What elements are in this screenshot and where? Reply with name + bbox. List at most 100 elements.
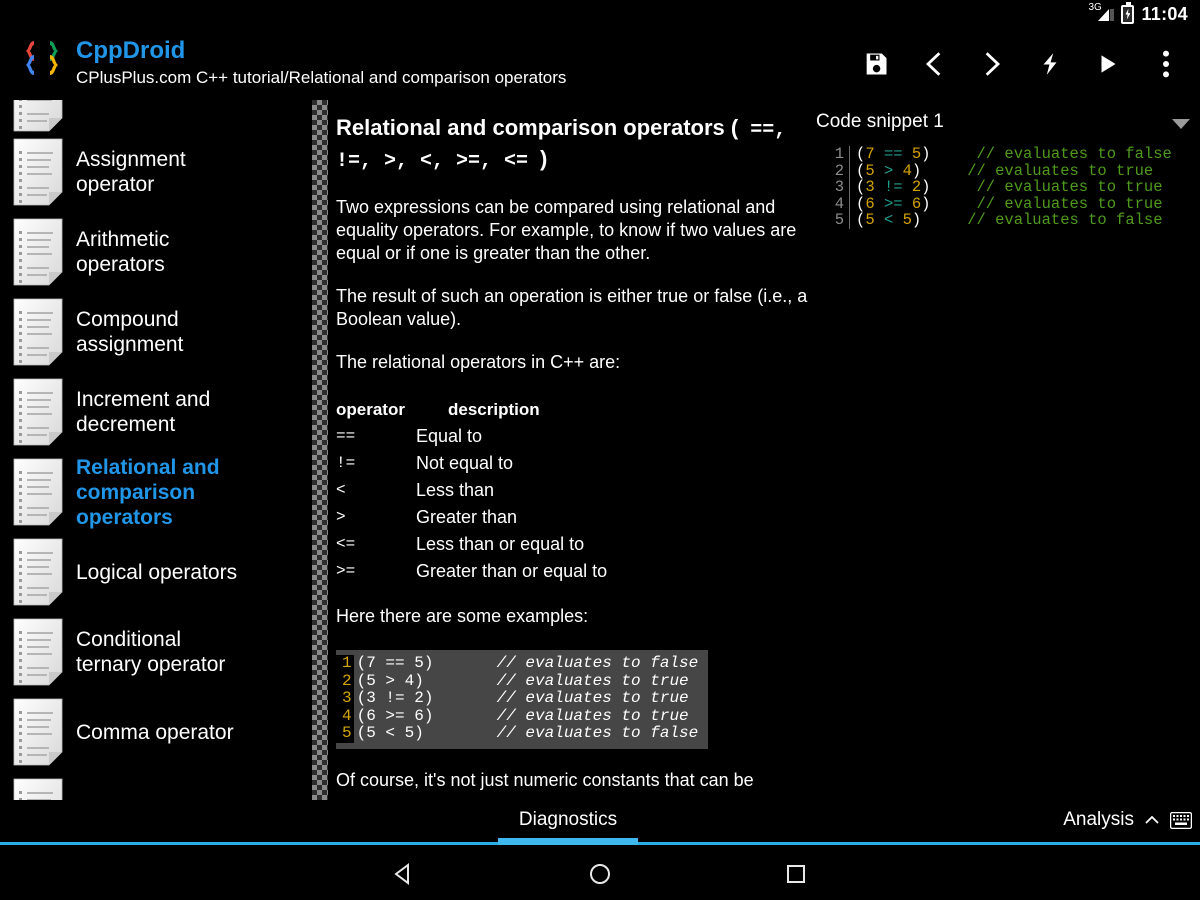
more-vertical-icon (1163, 50, 1169, 78)
snippet-token: ) (921, 145, 931, 163)
snippet-token: >= (883, 194, 903, 213)
snippet-token: 5 (865, 211, 875, 229)
snippet-token: 4 (902, 161, 912, 180)
chevron-up-icon[interactable] (1144, 812, 1160, 828)
snippet-source: (3 != 2) (850, 179, 930, 196)
cppdroid-app-window: 3G 11:04 CppDroid CPlusPlus.com C++ tuto… (0, 0, 1200, 900)
sidebar-item-assignment-operator[interactable]: Assignment operator (0, 132, 310, 212)
previous-button[interactable] (906, 36, 962, 92)
snippet-token: ( (856, 178, 866, 196)
snippet-token (875, 178, 884, 196)
snippet-token: 5 (911, 145, 922, 163)
sidebar-item-relational-and-comparison-operators[interactable]: Relational and comparison operators (0, 452, 310, 532)
sidebar-item-arithmetic-operators[interactable]: Arithmetic operators (0, 212, 310, 292)
save-floppy-icon (866, 53, 887, 75)
sidebar-item-conditional-ternary-operator[interactable]: Conditional ternary operator (0, 612, 310, 692)
code-line-number: 2 (342, 671, 352, 690)
sidebar-list[interactable]: Assignment operator Arithmetic operators C… (0, 100, 310, 800)
clock-time: 11:04 (1141, 3, 1188, 24)
operator-symbol: == (336, 427, 356, 445)
snippet-token: ) (921, 178, 931, 196)
document-page-icon (10, 778, 66, 800)
operator-table-row: > Greater than (336, 504, 808, 531)
snippet-code-line: 5 (5 < 5)// evaluates to false (816, 212, 1200, 229)
snippet-token: ( (856, 194, 866, 213)
snippet-token: > (883, 161, 894, 180)
nav-home-button[interactable] (580, 854, 620, 894)
document-page-icon (10, 458, 66, 526)
tutorial-topic-sidebar[interactable]: Assignment operator Arithmetic operators C… (0, 100, 310, 800)
nav-back-button[interactable] (384, 854, 424, 894)
keyboard-icon[interactable] (1169, 811, 1193, 829)
run-button[interactable] (1080, 36, 1136, 92)
code-snippet-panel[interactable]: Code snippet 1 1 (7 == 5)// evaluates to … (816, 100, 1200, 800)
code-comment: // evaluates to false (496, 724, 699, 742)
operator-table: operator description == Equal to != Not equ… (336, 397, 808, 585)
sidebar-item-increment-and-decrement[interactable]: Increment and decrement (0, 372, 310, 452)
operator-description: Less than (416, 480, 495, 500)
snippet-token (903, 145, 912, 163)
snippet-line-number: 3 (816, 179, 850, 196)
snippet-token: 3 (865, 178, 875, 196)
code-line-number: 4 (342, 706, 352, 725)
bottom-bar-right: Analysis (1063, 809, 1193, 831)
build-button[interactable] (1022, 36, 1078, 92)
snippet-token: == (883, 145, 903, 163)
snippet-token (875, 211, 884, 229)
sidebar-item-partial[interactable] (0, 100, 310, 132)
panel-divider[interactable] (312, 100, 328, 800)
snippet-token: 5 (865, 161, 875, 180)
snippet-token: ( (856, 161, 866, 180)
document-page-icon (10, 618, 66, 686)
snippet-line-number: 1 (816, 146, 850, 163)
document-page-icon (10, 138, 66, 206)
operator-symbol: != (336, 454, 356, 472)
snippet-token: != (883, 178, 903, 196)
bolt-shape (1125, 8, 1131, 20)
app-action-bar: CppDroid CPlusPlus.com C++ tutorial/Rela… (0, 28, 1200, 100)
snippet-comment: // evaluates to true (976, 178, 1163, 196)
snippet-token: ) (911, 211, 922, 229)
code-line: (3 != 2) // evaluates to true (357, 689, 699, 708)
snippet-token (893, 211, 902, 229)
nav-recents-button[interactable] (776, 854, 816, 894)
snippet-comment: // evaluates to true (976, 194, 1163, 213)
app-title: CppDroid (76, 37, 186, 64)
article-paragraph: The result of such an operation is eithe… (336, 286, 808, 329)
snippet-header[interactable]: Code snippet 1 (816, 100, 1200, 134)
code-lines: (7 == 5) // evaluates to false (5 > 4) // e… (354, 654, 709, 743)
tab-diagnostics[interactable]: Diagnostics (498, 809, 638, 831)
document-page-icon (10, 100, 66, 132)
sidebar-item-bitwise-operators[interactable]: Bitwise operators (0, 772, 310, 800)
code-source: (6 >= 6) (356, 706, 434, 725)
snippet-comment: // evaluates to true (967, 161, 1154, 180)
operator-description: Equal to (416, 426, 483, 446)
sidebar-item-label: Logical operators (76, 560, 238, 584)
code-line: (6 >= 6) // evaluates to true (356, 706, 699, 726)
overflow-button[interactable] (1138, 36, 1194, 92)
sidebar-item-logical-operators[interactable]: Logical operators (0, 532, 310, 612)
operator-description: Not equal to (416, 453, 514, 473)
lightning-bolt-icon (1043, 53, 1057, 75)
save-button[interactable] (848, 36, 904, 92)
app-brand[interactable]: CppDroid CPlusPlus.com C++ tutorial/Rela… (12, 34, 566, 92)
sidebar-item-compound-assignment[interactable]: Compound assignment (0, 292, 310, 372)
article-paragraph: Two expressions can be compared using re… (336, 197, 797, 263)
examples-intro: Here there are some examples: (336, 606, 589, 626)
inline-code-block[interactable]: 12345 (7 == 5)// evaluates to false (5 > … (336, 650, 709, 749)
code-source: (5 < 5) (356, 724, 424, 742)
sidebar-item-label: Comma operator (76, 720, 234, 744)
sidebar-item-label: Compound assignment (76, 308, 184, 356)
sidebar-item-label: Assignment operator (76, 148, 186, 196)
sidebar-item-comma-operator[interactable]: Comma operator (0, 692, 310, 772)
code-line: (5 > 4) // evaluates to true (356, 671, 699, 691)
snippet-token: ) (921, 194, 931, 213)
code-line-number: 5 (342, 724, 352, 742)
next-button[interactable] (964, 36, 1020, 92)
snippet-token: ( (856, 211, 866, 229)
analysis-label[interactable]: Analysis (1063, 809, 1134, 831)
tutorial-article[interactable]: Relational and comparison operators ( ==… (336, 100, 808, 800)
code-source: (5 > 4) (356, 671, 424, 690)
triangle-left-icon (394, 862, 409, 885)
caret-down-icon[interactable] (1172, 119, 1190, 129)
